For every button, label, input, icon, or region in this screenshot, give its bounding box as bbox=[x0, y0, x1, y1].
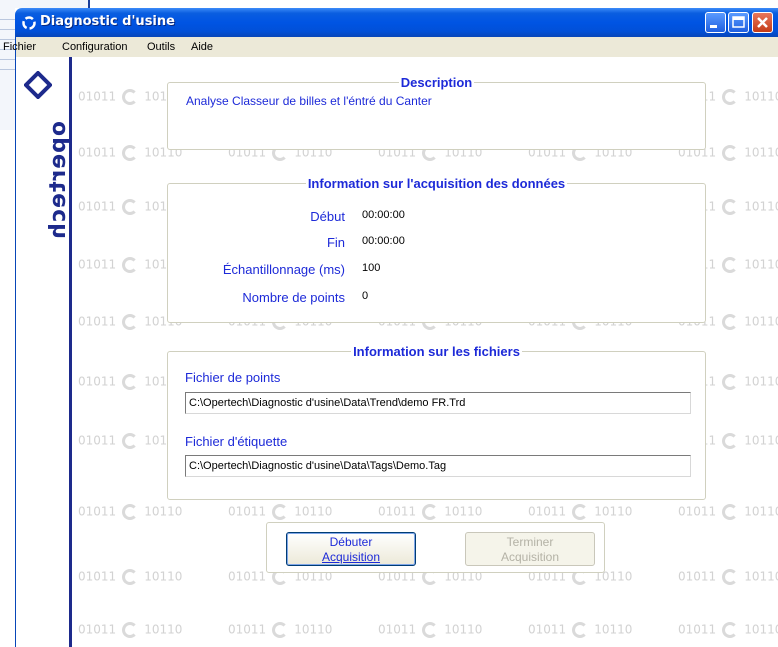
watermark-tile: 0101110110 bbox=[678, 622, 778, 638]
watermark-ring-icon bbox=[722, 569, 739, 585]
watermark-ring-icon bbox=[722, 314, 739, 330]
menu-outils[interactable]: Outils bbox=[147, 41, 175, 53]
menu-fichier[interactable]: Fichier bbox=[3, 41, 36, 53]
start-button-line1: Débuter bbox=[329, 535, 373, 549]
watermark-ring-icon bbox=[572, 504, 589, 520]
watermark-tile: 0101110110 bbox=[378, 622, 483, 638]
stop-button-line1: Terminer bbox=[506, 535, 554, 549]
stop-acquisition-button[interactable]: Terminer Acquisition bbox=[465, 532, 595, 566]
title-bar[interactable]: Diagnostic d'usine bbox=[15, 8, 778, 37]
opertech-logo-icon bbox=[24, 71, 52, 99]
watermark-ring-icon bbox=[572, 622, 589, 638]
nombre-points-label: Nombre de points bbox=[242, 290, 345, 305]
description-group: Description Analyse Classeur de billes e… bbox=[167, 75, 706, 150]
description-text[interactable]: Analyse Classeur de billes et l'éntré du… bbox=[186, 94, 432, 108]
stop-button-line2: Acquisition bbox=[500, 550, 560, 564]
points-file-field[interactable]: C:\Opertech\Diagnostic d'usine\Data\Tren… bbox=[185, 392, 691, 414]
debut-label: Début bbox=[310, 209, 345, 224]
menu-bar: Fichier Configuration Outils Aide bbox=[3, 37, 778, 57]
watermark-ring-icon bbox=[122, 374, 139, 390]
maximize-button[interactable] bbox=[728, 12, 749, 33]
minimize-button[interactable] bbox=[705, 12, 726, 33]
nombre-points-value: 0 bbox=[362, 290, 369, 302]
watermark-ring-icon bbox=[122, 569, 139, 585]
opertech-logo-text: opertech bbox=[46, 121, 71, 240]
watermark-ring-icon bbox=[122, 314, 139, 330]
watermark-tile: 0101110110 bbox=[78, 622, 183, 638]
watermark-tile: 0101110110 bbox=[378, 504, 483, 520]
watermark-tile: 0101110110 bbox=[78, 504, 183, 520]
watermark-tile: 0101110110 bbox=[528, 622, 633, 638]
description-title: Description bbox=[398, 75, 475, 90]
watermark-tile: 0101110110 bbox=[678, 504, 778, 520]
app-window: Diagnostic d'usine Fichier Configuration… bbox=[3, 8, 778, 647]
start-button-line2: Acquisition bbox=[321, 550, 381, 564]
files-group: Information sur les fichiers Fichier de … bbox=[167, 344, 706, 500]
watermark-ring-icon bbox=[722, 374, 739, 390]
main-panel: opertech 0101110110 0101110110 0101110110 0… bbox=[15, 57, 778, 647]
watermark-ring-icon bbox=[722, 433, 739, 449]
watermark-ring-icon bbox=[122, 89, 139, 105]
close-icon bbox=[757, 17, 768, 28]
fin-label: Fin bbox=[326, 235, 345, 250]
watermark-ring-icon bbox=[722, 145, 739, 161]
watermark-ring-icon bbox=[422, 504, 439, 520]
watermark-ring-icon bbox=[122, 257, 139, 273]
watermark-ring-icon bbox=[122, 145, 139, 161]
watermark-ring-icon bbox=[722, 89, 739, 105]
watermark-ring-icon bbox=[722, 622, 739, 638]
echantillonnage-label: Échantillonnage (ms) bbox=[222, 262, 345, 277]
debut-value: 00:00:00 bbox=[362, 209, 405, 221]
close-button[interactable] bbox=[752, 12, 773, 33]
maximize-icon bbox=[732, 16, 745, 28]
acquisition-group: Information sur l'acquisition des donnée… bbox=[167, 176, 706, 323]
tags-file-label: Fichier d'étiquette bbox=[185, 434, 288, 449]
watermark-ring-icon bbox=[122, 199, 139, 215]
watermark-ring-icon bbox=[722, 257, 739, 273]
logo-divider bbox=[69, 57, 72, 647]
watermark-ring-icon bbox=[272, 622, 289, 638]
watermark-ring-icon bbox=[122, 433, 139, 449]
watermark-ring-icon bbox=[422, 622, 439, 638]
app-icon bbox=[22, 16, 36, 30]
watermark-ring-icon bbox=[722, 504, 739, 520]
watermark-tile: 0101110110 bbox=[228, 622, 333, 638]
watermark-ring-icon bbox=[122, 622, 139, 638]
tags-file-field[interactable]: C:\Opertech\Diagnostic d'usine\Data\Tags… bbox=[185, 455, 691, 477]
watermark-ring-icon bbox=[722, 199, 739, 215]
minimize-icon bbox=[710, 25, 717, 28]
watermark-tile: 0101110110 bbox=[228, 504, 333, 520]
watermark-tile: 0101110110 bbox=[528, 504, 633, 520]
echantillonnage-value: 100 bbox=[362, 262, 381, 274]
watermark-tile: 0101110110 bbox=[78, 569, 183, 585]
window-title: Diagnostic d'usine bbox=[40, 14, 175, 29]
watermark-ring-icon bbox=[272, 504, 289, 520]
menu-configuration[interactable]: Configuration bbox=[62, 41, 127, 53]
logo-strip: opertech bbox=[16, 57, 72, 647]
watermark-ring-icon bbox=[122, 504, 139, 520]
files-title: Information sur les fichiers bbox=[351, 344, 522, 359]
start-acquisition-button[interactable]: Débuter Acquisition bbox=[286, 532, 416, 566]
acquisition-title: Information sur l'acquisition des donnée… bbox=[305, 176, 568, 191]
watermark-tile: 0101110110 bbox=[678, 569, 778, 585]
buttons-group: Débuter Acquisition Terminer Acquisition bbox=[266, 522, 605, 573]
fin-value: 00:00:00 bbox=[362, 235, 405, 247]
points-file-label: Fichier de points bbox=[185, 370, 281, 385]
menu-aide[interactable]: Aide bbox=[191, 41, 213, 53]
